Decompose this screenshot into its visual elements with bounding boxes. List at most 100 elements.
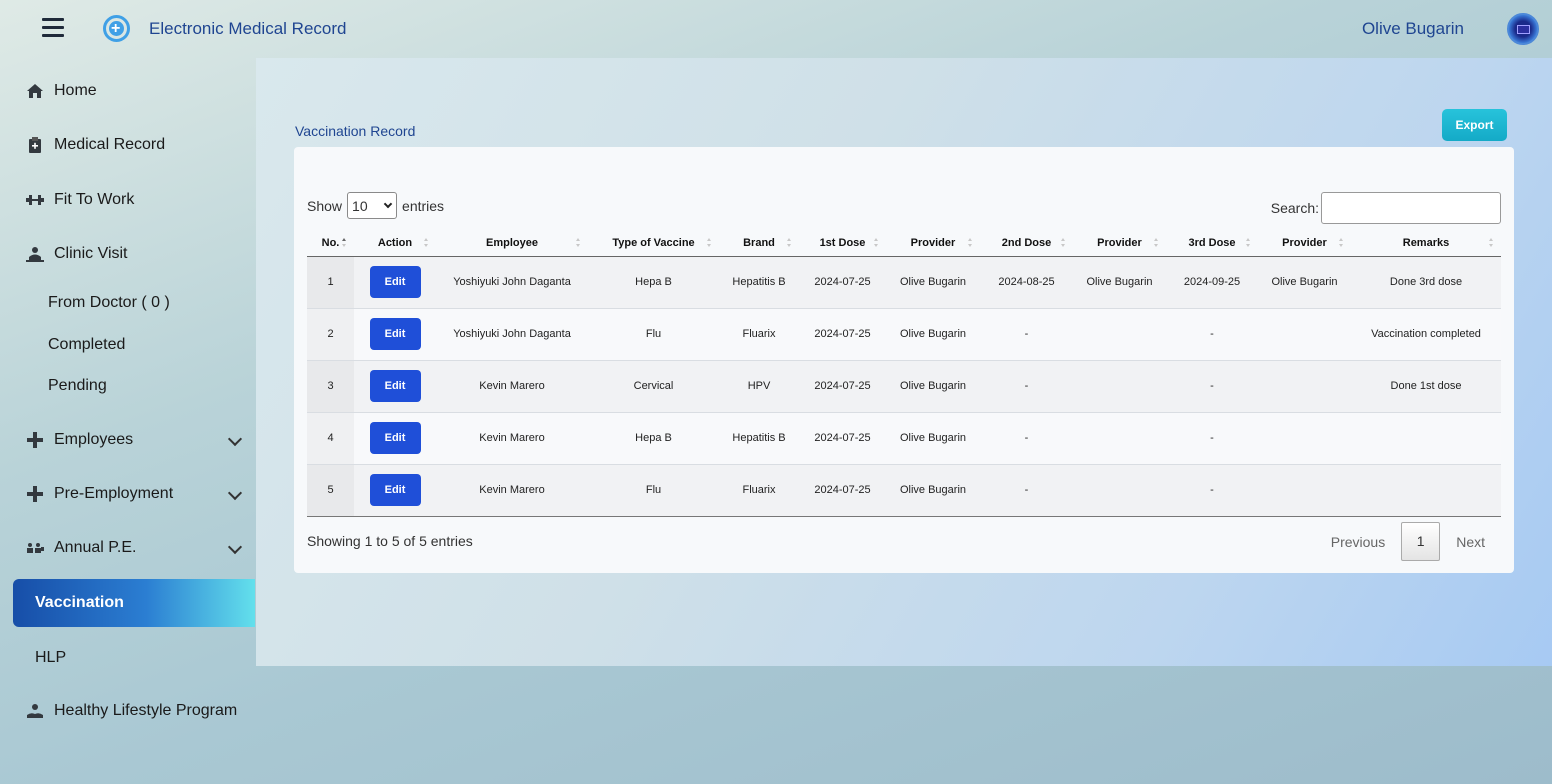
column-header-brand[interactable]: Brand	[719, 230, 799, 257]
chevron-down-icon[interactable]	[227, 485, 243, 501]
column-header-employee[interactable]: Employee	[436, 230, 588, 257]
sidebar-item-hlp[interactable]: HLP	[35, 649, 66, 667]
sidebar-sub-from-doctor[interactable]: From Doctor ( 0 )	[48, 294, 170, 312]
cell-dose1: 2024-07-25	[799, 360, 886, 413]
cell-dose1: 2024-07-25	[799, 412, 886, 465]
sidebar-item-employees[interactable]: Employees	[26, 431, 133, 449]
cell-dose3: -	[1166, 360, 1258, 413]
user-avatar[interactable]	[1507, 13, 1539, 45]
cell-no: 2	[307, 308, 354, 361]
sidebar-item-annual-pe[interactable]: Annual P.E.	[26, 539, 136, 557]
search-input[interactable]	[1321, 192, 1501, 224]
cell-prov3: Olive Bugarin	[1258, 256, 1351, 309]
cell-brand: HPV	[719, 360, 799, 413]
cell-type: Flu	[588, 464, 719, 517]
table-row: 3 Edit Kevin Marero Cervical HPV 2024-07-25 Ol…	[307, 360, 1501, 413]
cell-brand: Hepatitis B	[719, 412, 799, 465]
cell-prov1: Olive Bugarin	[886, 360, 980, 413]
entries-select[interactable]: 10	[347, 192, 398, 219]
edit-button[interactable]: Edit	[369, 266, 421, 298]
sort-icon	[968, 238, 972, 248]
column-header-provider3[interactable]: Provider	[1258, 230, 1351, 257]
cell-employee: Kevin Marero	[436, 360, 588, 413]
edit-button[interactable]: Edit	[369, 422, 421, 454]
cell-dose2: -	[980, 360, 1073, 413]
page-title: Vaccination Record	[295, 123, 416, 139]
cell-prov1: Olive Bugarin	[886, 256, 980, 309]
column-header-dose1[interactable]: 1st Dose	[799, 230, 886, 257]
cell-prov3	[1258, 308, 1351, 361]
sort-icon	[1061, 238, 1065, 248]
cell-prov2	[1073, 412, 1166, 465]
action-cell: Edit	[354, 256, 436, 309]
column-header-no[interactable]: No.	[307, 230, 354, 257]
cell-prov3	[1258, 412, 1351, 465]
sidebar-item-healthy-lifestyle[interactable]: Healthy Lifestyle Program	[26, 702, 237, 720]
vaccination-table: No. Action Employee Type of Vaccine Bran…	[307, 230, 1501, 517]
sort-icon	[424, 238, 428, 248]
column-header-provider2[interactable]: Provider	[1073, 230, 1166, 257]
edit-button[interactable]: Edit	[369, 370, 421, 402]
edit-button[interactable]: Edit	[369, 318, 421, 350]
fit-to-work-icon	[26, 191, 44, 209]
column-header-dose3[interactable]: 3rd Dose	[1166, 230, 1258, 257]
sort-icon	[874, 238, 878, 248]
column-header-type[interactable]: Type of Vaccine	[588, 230, 719, 257]
entries-length-control: Show 10 entries	[307, 192, 444, 219]
table-info: Showing 1 to 5 of 5 entries	[307, 533, 473, 549]
cell-prov3	[1258, 464, 1351, 517]
export-button[interactable]: Export	[1442, 109, 1507, 141]
sidebar: Home Medical Record Fit To Work Clinic V…	[0, 58, 256, 784]
cell-remarks: Done 1st dose	[1351, 360, 1501, 413]
medical-record-icon	[26, 136, 44, 154]
sidebar-item-home[interactable]: Home	[26, 82, 97, 100]
cell-prov1: Olive Bugarin	[886, 464, 980, 517]
action-cell: Edit	[354, 412, 436, 465]
cell-type: Hepa B	[588, 256, 719, 309]
sidebar-sub-pending[interactable]: Pending	[48, 377, 107, 395]
cell-employee: Yoshiyuki John Daganta	[436, 256, 588, 309]
cell-no: 1	[307, 256, 354, 309]
cell-brand: Fluarix	[719, 464, 799, 517]
search-control: Search:	[1271, 192, 1501, 224]
previous-page-button[interactable]: Previous	[1331, 534, 1385, 550]
sidebar-item-fit-to-work[interactable]: Fit To Work	[26, 191, 134, 209]
sidebar-sub-completed[interactable]: Completed	[48, 336, 125, 354]
next-page-button[interactable]: Next	[1456, 534, 1485, 550]
action-cell: Edit	[354, 308, 436, 361]
cell-remarks: Done 3rd dose	[1351, 256, 1501, 309]
column-header-provider1[interactable]: Provider	[886, 230, 980, 257]
cell-remarks	[1351, 412, 1501, 465]
healthy-lifestyle-icon	[26, 702, 44, 720]
sidebar-item-pre-employment[interactable]: Pre-Employment	[26, 485, 173, 503]
page-1-button[interactable]: 1	[1401, 522, 1441, 561]
chevron-down-icon	[383, 199, 393, 209]
sort-icon	[576, 238, 580, 248]
chevron-down-icon[interactable]	[227, 431, 243, 447]
cell-remarks	[1351, 464, 1501, 517]
cell-dose2: 2024-08-25	[980, 256, 1073, 309]
edit-button[interactable]: Edit	[369, 474, 421, 506]
cell-prov2	[1073, 464, 1166, 517]
column-header-action[interactable]: Action	[354, 230, 436, 257]
chevron-down-icon[interactable]	[227, 539, 243, 555]
table-row: 4 Edit Kevin Marero Hepa B Hepatitis B 2024-0…	[307, 412, 1501, 465]
sort-icon	[787, 238, 791, 248]
pagination: Previous 1 Next	[1331, 522, 1501, 561]
cell-dose2: -	[980, 464, 1073, 517]
cell-no: 3	[307, 360, 354, 413]
table-header-row: No. Action Employee Type of Vaccine Bran…	[307, 230, 1501, 257]
column-header-remarks[interactable]: Remarks	[1351, 230, 1501, 257]
action-cell: Edit	[354, 464, 436, 517]
sidebar-item-vaccination[interactable]: Vaccination	[13, 579, 255, 627]
user-name[interactable]: Olive Bugarin	[1362, 19, 1464, 39]
cell-type: Flu	[588, 308, 719, 361]
column-header-dose2[interactable]: 2nd Dose	[980, 230, 1073, 257]
menu-toggle-icon[interactable]	[42, 18, 64, 38]
cell-brand: Hepatitis B	[719, 256, 799, 309]
sidebar-item-clinic-visit[interactable]: Clinic Visit	[26, 245, 128, 263]
sidebar-item-medical-record[interactable]: Medical Record	[26, 136, 165, 154]
medical-logo-icon: +	[103, 15, 130, 42]
cell-no: 4	[307, 412, 354, 465]
sort-icon	[1489, 238, 1493, 248]
